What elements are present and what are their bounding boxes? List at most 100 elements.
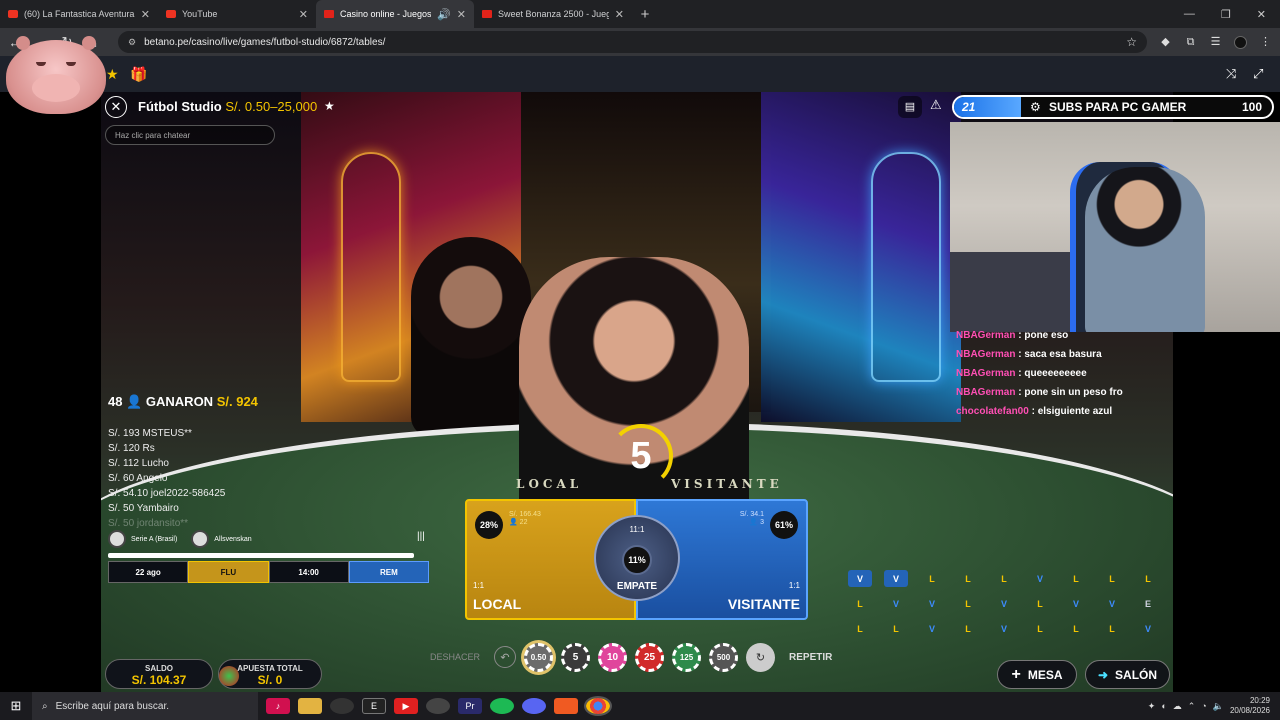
close-game-button[interactable]: ✕ <box>105 96 127 118</box>
alert-icon[interactable]: ⚠ <box>930 97 942 113</box>
result-cell: L <box>965 573 971 584</box>
chat-input[interactable]: Haz clic para chatear <box>105 125 275 145</box>
sports-leagues: Serie A (Brasil) Allsvenskan <box>108 528 428 550</box>
profile-avatar[interactable] <box>1234 35 1247 49</box>
chip-0.50[interactable]: 0.50 <box>524 642 554 672</box>
fullscreen-icon[interactable]: ⤢ <box>1253 66 1263 82</box>
clock-time: 20:29 <box>1249 696 1270 705</box>
salon-button[interactable]: ➜ SALÓN <box>1085 660 1170 689</box>
volume-icon[interactable]: 🔈 <box>1213 701 1224 712</box>
brave-icon[interactable] <box>554 698 578 714</box>
browser-tab[interactable]: YouTube ✕ <box>158 0 316 28</box>
mesa-button[interactable]: + MESA <box>997 660 1077 689</box>
match-row[interactable]: 22 ago FLU 14:00 REM <box>108 561 429 583</box>
chip-125[interactable]: 125 <box>672 642 702 672</box>
windows-start-icon[interactable]: ⊞ <box>0 698 32 714</box>
chat-message: NBAGerman : saca esa basura <box>956 345 1171 364</box>
windows-taskbar: ⊞ ⌕ Escribe aquí para buscar. ♪ E ▶ Pr ✦… <box>0 692 1280 720</box>
match-date: 22 ago <box>108 561 189 583</box>
bet-draw[interactable]: 11:1 11% EMPATE <box>594 515 680 601</box>
close-tab-icon[interactable]: ✕ <box>615 8 624 21</box>
reading-list-icon[interactable]: ☰ <box>1209 36 1222 49</box>
chrome-icon[interactable] <box>584 696 612 716</box>
favorite-star-icon[interactable]: ★ <box>106 66 119 83</box>
youtube-icon <box>8 10 18 18</box>
undo-label[interactable]: DESHACER <box>430 652 480 662</box>
favorite-game-icon[interactable]: ★ <box>324 99 335 113</box>
close-tab-icon[interactable]: ✕ <box>141 8 150 21</box>
gift-icon[interactable]: 🎁 <box>130 66 147 83</box>
chips-bar: DESHACER ↶ 0.50 5 10 25 125 500 ↻ REPETIR <box>430 638 832 676</box>
league-item[interactable]: Allsvenskan <box>191 530 252 548</box>
clock[interactable]: 20:29 20/08/2026 <box>1230 696 1270 716</box>
result-cell: V <box>1108 598 1115 609</box>
close-tab-icon[interactable]: ✕ <box>457 8 466 21</box>
bookmark-star-icon[interactable]: ☆ <box>1126 35 1137 49</box>
url-field[interactable]: ⚙ betano.pe/casino/live/games/futbol-stu… <box>118 31 1147 53</box>
extension-icon[interactable]: ◆ <box>1159 36 1172 49</box>
browser-tab[interactable]: (60) La Fantastica Aventura. | Cr ✕ <box>0 0 158 28</box>
winner-row: S/. 193 MSTEUS** <box>108 428 192 439</box>
streamer-webcam <box>950 122 1280 332</box>
background-dealer <box>411 237 531 437</box>
league-logo-icon <box>191 530 210 548</box>
close-window-icon[interactable]: ✕ <box>1257 8 1266 21</box>
stats-icon[interactable]: ||| <box>417 531 425 542</box>
undo-icon[interactable]: ↶ <box>494 646 517 668</box>
repeat-label[interactable]: REPETIR <box>789 652 832 663</box>
result-cell: L <box>1001 573 1007 584</box>
chat-nick: chocolatefan00 <box>956 406 1029 417</box>
chat-toggle-icon[interactable]: ▤ <box>898 96 922 118</box>
chat-nick: NBAGerman <box>956 349 1016 360</box>
chip-25[interactable]: 25 <box>635 642 665 672</box>
window-controls: — ❐ ✕ <box>1184 8 1280 21</box>
taskbar-search[interactable]: ⌕ Escribe aquí para buscar. <box>32 692 258 720</box>
table-label-visitor: VISITANTE <box>671 477 783 491</box>
app-icon[interactable] <box>330 698 354 714</box>
result-cell: L <box>857 623 863 634</box>
site-info-icon[interactable]: ⚙ <box>128 37 136 48</box>
puzzle-icon[interactable]: ⧉ <box>1184 36 1197 49</box>
youtube-icon[interactable]: ▶ <box>394 698 418 714</box>
shuffle-icon[interactable]: ⤨ <box>1226 66 1236 82</box>
file-explorer-icon[interactable] <box>298 698 322 714</box>
tray-icon[interactable]: ◐ <box>1161 701 1166 711</box>
result-cell: V <box>1000 598 1007 609</box>
tray-icon[interactable]: ☁ <box>1173 701 1182 712</box>
winners-summary: 48 👤 GANARON S/. 924 <box>108 394 258 410</box>
league-item[interactable]: Serie A (Brasil) <box>108 530 177 548</box>
discord-icon[interactable] <box>522 698 546 714</box>
menu-dots-icon[interactable]: ⋮ <box>1259 36 1272 49</box>
result-cell: L <box>1037 598 1043 609</box>
match-away[interactable]: REM <box>348 561 429 583</box>
browser-tab-active[interactable]: Casino online - Juegos de c 🔊 ✕ <box>316 0 474 28</box>
wifi-icon[interactable]: ◔ <box>1201 701 1206 711</box>
result-cell: V <box>1000 623 1007 634</box>
browser-tab[interactable]: Sweet Bonanza 2500 - Juega o ✕ <box>474 0 632 28</box>
tray-icon[interactable]: ✦ <box>1148 701 1156 712</box>
winners-count: 48 <box>108 394 123 409</box>
chip-10[interactable]: 10 <box>598 642 628 672</box>
chip-500[interactable]: 500 <box>709 642 739 672</box>
speaker-icon[interactable]: 🔊 <box>437 8 451 21</box>
match-home[interactable]: FLU <box>188 561 269 583</box>
league-logo-icon <box>108 530 126 548</box>
chip-5[interactable]: 5 <box>561 642 591 672</box>
close-tab-icon[interactable]: ✕ <box>299 8 308 21</box>
chat-text: : elsiguiente azul <box>1031 406 1113 417</box>
youtube-icon <box>166 10 176 18</box>
visitor-payout: 1:1 <box>788 581 800 590</box>
site-header <box>0 56 1280 92</box>
epic-games-icon[interactable]: E <box>362 698 386 714</box>
chat-text: : pone eso <box>1018 330 1069 341</box>
tray-icon[interactable]: ⌃ <box>1188 701 1196 712</box>
obs-icon[interactable] <box>426 698 450 714</box>
new-tab-button[interactable]: + <box>632 6 658 23</box>
minimize-icon[interactable]: — <box>1184 8 1195 21</box>
premiere-icon[interactable]: Pr <box>458 698 482 714</box>
tiktok-icon[interactable]: ♪ <box>266 698 290 714</box>
restore-icon[interactable]: ❐ <box>1221 8 1231 21</box>
spotify-icon[interactable] <box>490 698 514 714</box>
repeat-icon[interactable]: ↻ <box>746 642 776 672</box>
neon-player-blue <box>871 152 941 382</box>
